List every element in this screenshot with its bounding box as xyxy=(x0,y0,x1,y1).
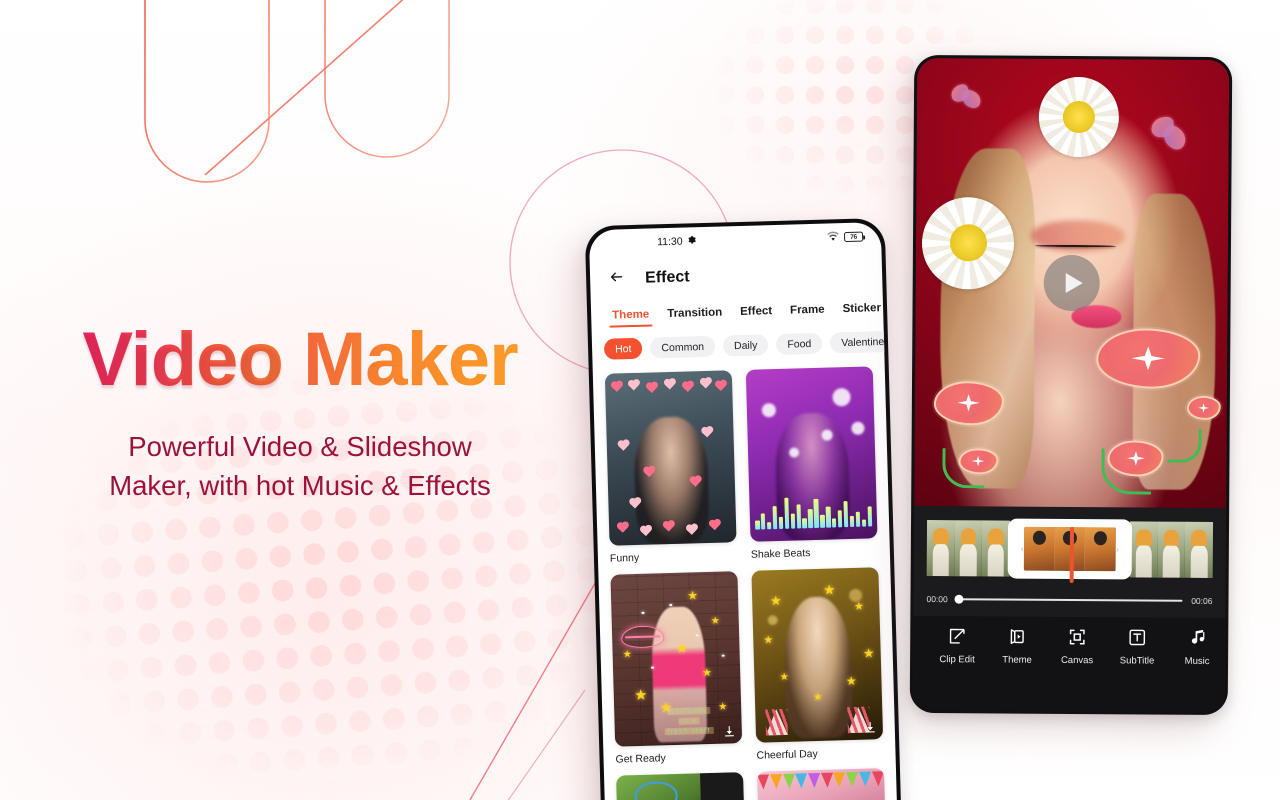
app-bar-title: Effect xyxy=(644,268,690,287)
music-note-icon xyxy=(1187,628,1207,648)
wifi-icon xyxy=(827,231,839,244)
clip-handle-right[interactable]: › xyxy=(1116,544,1119,554)
theme-icon xyxy=(1007,627,1027,647)
toolbar-item-canvas[interactable]: Canvas xyxy=(1047,627,1107,695)
theme-thumbnail xyxy=(745,366,878,542)
editor-toolbar: Clip Edit Theme Canvas SubTitle Music xyxy=(912,615,1226,713)
toolbar-item-theme[interactable]: Theme xyxy=(987,626,1047,694)
preview-eyeshadow xyxy=(1031,219,1126,252)
theme-card-label: Cheerful Day xyxy=(756,748,818,762)
theme-card-label: Funny xyxy=(609,551,640,565)
thumbnail-caption: Everyday is a fresh start xyxy=(642,706,735,736)
chip-daily[interactable]: Daily xyxy=(722,334,769,357)
thumbnail-figure xyxy=(782,595,853,739)
phone-screen: ‹ › 00:00 00:06 Clip Edit Theme Canvas S… xyxy=(912,57,1230,713)
toolbar-item-subtitle[interactable]: SubTitle xyxy=(1107,627,1167,695)
tab-effect[interactable]: Effect xyxy=(731,301,782,326)
page-title: Video Maker xyxy=(82,317,519,402)
flower-sticker-medium xyxy=(933,380,1004,426)
scrubber-track[interactable] xyxy=(954,594,1183,604)
toolbar-label: Theme xyxy=(1002,654,1032,666)
chip-valentine[interactable]: Valentine xyxy=(829,330,896,354)
party-bunting xyxy=(757,771,885,797)
caption-line-1: Everyday xyxy=(666,706,711,715)
tab-transition[interactable]: Transition xyxy=(658,302,732,328)
status-bar-time: 11:30 xyxy=(656,235,683,249)
theme-card-shake-beats[interactable]: Shake Beats xyxy=(745,366,878,561)
tab-sticker[interactable]: Sticker xyxy=(833,298,890,324)
hero-subtitle-line-1: Powerful Video & Slideshow xyxy=(128,430,472,462)
flower-sticker-large xyxy=(1095,327,1201,389)
current-time-label: 00:00 xyxy=(926,593,948,605)
download-icon[interactable] xyxy=(723,724,736,737)
battery-icon: 76 xyxy=(843,231,864,243)
theme-card-partial-left[interactable] xyxy=(616,772,745,800)
flower-sticker-tiny xyxy=(958,447,999,475)
back-arrow-icon[interactable] xyxy=(608,269,626,289)
phone-mockup-video-editor: ‹ › 00:00 00:06 Clip Edit Theme Canvas S… xyxy=(909,54,1233,716)
toolbar-label: Music xyxy=(1184,655,1210,667)
daisy-flower-top xyxy=(1038,76,1119,158)
toolbar-item-music[interactable]: Music xyxy=(1167,628,1226,696)
subtitle-icon xyxy=(1127,627,1147,647)
theme-thumbnail xyxy=(604,370,737,546)
butterfly-sticker-left xyxy=(949,82,985,111)
title-word-video: Video xyxy=(82,317,284,402)
chip-common[interactable]: Common xyxy=(650,335,716,359)
gear-icon xyxy=(686,235,696,247)
play-button-icon[interactable] xyxy=(1043,254,1100,312)
canvas-icon xyxy=(1067,627,1087,647)
chip-food[interactable]: Food xyxy=(776,332,823,355)
theme-card-partial-right[interactable] xyxy=(756,768,886,800)
phone-screen: 11:30 76 Effect Theme Transition Effect … xyxy=(588,222,898,800)
playhead-indicator[interactable] xyxy=(1069,526,1074,584)
toolbar-label: Clip Edit xyxy=(939,654,975,666)
timeline-frames-left xyxy=(926,519,1011,577)
toolbar-label: Canvas xyxy=(1060,654,1094,667)
video-preview[interactable] xyxy=(914,57,1230,509)
audio-waveform xyxy=(754,492,873,530)
theme-card-grid: Funny Shake Beats ★ ★ ★ ★ ★ ★ ★ ★ Everyd… xyxy=(593,360,897,800)
timeline-frames-right xyxy=(1129,521,1214,578)
flower-sticker-edge xyxy=(1186,395,1221,421)
caption-line-3: fresh start xyxy=(664,726,714,735)
theme-thumbnail xyxy=(616,772,745,800)
phone-frame: ‹ › 00:00 00:06 Clip Edit Theme Canvas S… xyxy=(909,54,1233,716)
download-icon[interactable] xyxy=(864,720,877,733)
caption-line-2: is a xyxy=(678,716,700,725)
theme-card-funny[interactable]: Funny xyxy=(604,370,737,565)
phone-frame: 11:30 76 Effect Theme Transition Effect … xyxy=(584,217,902,800)
theme-card-get-ready[interactable]: ★ ★ ★ ★ ★ ★ ★ ★ Everyday is a fresh star… xyxy=(610,571,743,766)
hero-section: Video Maker Powerful Video & Slideshow M… xyxy=(0,317,600,505)
title-word-maker: Maker xyxy=(303,317,519,402)
tab-frame[interactable]: Frame xyxy=(781,299,834,324)
timeline[interactable]: ‹ › xyxy=(914,506,1226,584)
phone-mockup-effect-browser: 11:30 76 Effect Theme Transition Effect … xyxy=(584,217,902,800)
theme-card-label: Get Ready xyxy=(615,752,666,766)
hero-subtitle-line-2: Maker, with hot Music & Effects xyxy=(109,469,491,501)
tab-theme[interactable]: Theme xyxy=(603,304,659,330)
timeline-track[interactable]: ‹ › xyxy=(926,519,1214,584)
chip-hot[interactable]: Hot xyxy=(603,337,643,360)
scrubber-knob[interactable] xyxy=(954,594,964,604)
theme-thumbnail: ★ ★ ★ ★ ★ ★ ★ ★ xyxy=(751,567,884,743)
theme-thumbnail: ★ ★ ★ ★ ★ ★ ★ ★ Everyday is a fresh star… xyxy=(610,571,743,747)
total-time-label: 00:06 xyxy=(1191,595,1213,606)
flower-sticker-small xyxy=(1107,440,1165,477)
hero-subtitle: Powerful Video & Slideshow Maker, with h… xyxy=(0,427,600,505)
battery-level-label: 76 xyxy=(850,233,858,241)
theme-card-cheerful-day[interactable]: ★ ★ ★ ★ ★ ★ ★ ★ Cheerful Day xyxy=(751,567,884,762)
theme-card-label: Shake Beats xyxy=(750,547,811,561)
toolbar-label: SubTitle xyxy=(1119,655,1155,667)
editor-panel: ‹ › 00:00 00:06 Clip Edit Theme Canvas S… xyxy=(912,505,1227,713)
theme-thumbnail xyxy=(756,768,886,800)
daisy-flower-side xyxy=(921,196,1015,290)
toolbar-item-clip-edit[interactable]: Clip Edit xyxy=(927,626,987,694)
clip-edit-icon xyxy=(947,626,967,646)
